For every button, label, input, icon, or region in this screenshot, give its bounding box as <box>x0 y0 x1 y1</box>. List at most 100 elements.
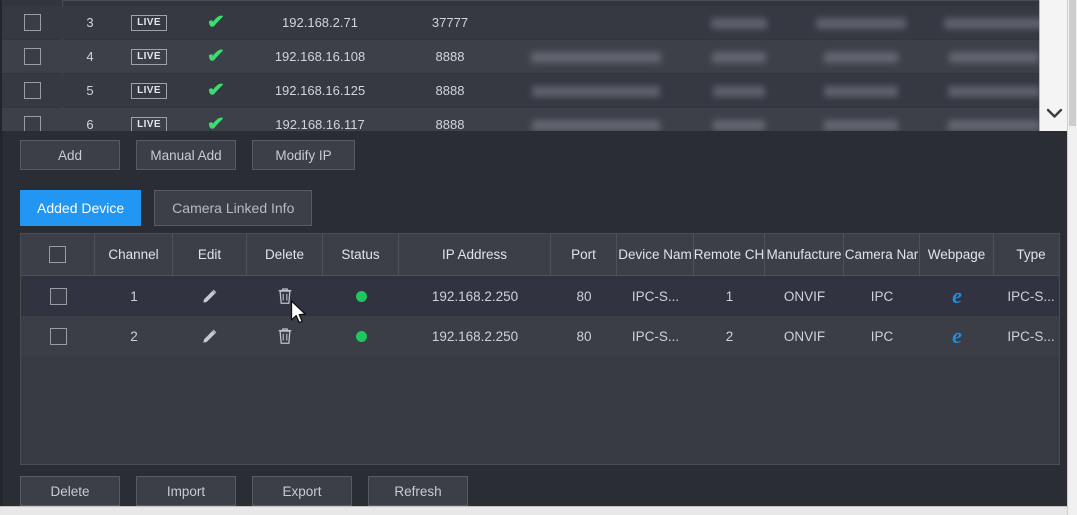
discovered-devices-table[interactable]: 3 LIVE ✔ 192.168.2.71 37777 4 LIVE ✔ 192… <box>0 0 1068 131</box>
cell-type: IPC-S... <box>1007 328 1055 344</box>
delete-button[interactable] <box>247 276 323 316</box>
delete-button[interactable] <box>247 316 323 356</box>
row-checkbox[interactable] <box>49 287 67 305</box>
edit-button[interactable] <box>173 316 247 356</box>
chevron-down-icon[interactable] <box>1040 108 1068 119</box>
cell-port: 80 <box>576 288 592 304</box>
row-ip-address: 192.168.2.71 <box>282 15 358 30</box>
redacted-cell <box>680 49 798 64</box>
trash-icon[interactable] <box>276 286 294 306</box>
select-all-checkbox-cell[interactable] <box>21 234 95 275</box>
live-badge-cell[interactable]: LIVE <box>118 14 180 31</box>
trash-icon[interactable] <box>276 326 294 346</box>
cell-type: IPC-S... <box>1007 288 1055 304</box>
cell-channel: 2 <box>130 328 138 344</box>
webpage-link[interactable]: e <box>920 316 994 356</box>
refresh-button[interactable]: Refresh <box>368 476 468 506</box>
page-scrollbar-thumb[interactable] <box>1069 0 1076 126</box>
scrollbar-thumb[interactable] <box>1043 2 1064 88</box>
cell-remote-ch: 1 <box>725 288 734 304</box>
header-remote-ch[interactable]: Remote CH <box>694 234 765 275</box>
row-ip-address: 192.168.16.108 <box>274 49 366 64</box>
row-port: 8888 <box>435 83 465 98</box>
row-checkbox-cell[interactable] <box>2 82 62 99</box>
internet-explorer-icon[interactable]: e <box>952 325 962 347</box>
row-ip-address: 192.168.16.117 <box>275 117 365 131</box>
redacted-cell <box>798 83 924 98</box>
row-checkbox[interactable] <box>23 14 41 31</box>
pencil-icon[interactable] <box>200 286 220 306</box>
row-checkbox[interactable] <box>23 116 41 131</box>
live-badge[interactable]: LIVE <box>131 48 167 65</box>
export-button[interactable]: Export <box>252 476 352 506</box>
redacted-cell <box>798 15 924 30</box>
table-row[interactable]: 6 LIVE ✔ 192.168.16.117 8888 <box>2 108 1042 131</box>
device-tabs: Added Device Camera Linked Info <box>20 190 313 226</box>
row-checkbox-cell[interactable] <box>21 316 95 356</box>
header-delete[interactable]: Delete <box>247 234 323 275</box>
live-badge[interactable]: LIVE <box>131 116 167 131</box>
redacted-cell <box>512 83 680 98</box>
live-badge[interactable]: LIVE <box>131 82 167 99</box>
add-button[interactable]: Add <box>20 140 120 170</box>
table-row[interactable]: 3 LIVE ✔ 192.168.2.71 37777 <box>2 6 1044 39</box>
cell-ip-address: 192.168.2.250 <box>431 328 519 344</box>
header-ip-address[interactable]: IP Address <box>399 234 551 275</box>
status-badge <box>323 316 399 356</box>
live-badge-cell[interactable]: LIVE <box>118 82 180 99</box>
live-badge[interactable]: LIVE <box>131 14 167 31</box>
row-checkbox[interactable] <box>23 48 41 65</box>
delete-button[interactable]: Delete <box>20 476 120 506</box>
cell-port: 80 <box>576 328 592 344</box>
check-icon: ✔ <box>206 12 226 33</box>
row-index: 3 <box>86 15 94 30</box>
tab-added-device[interactable]: Added Device <box>20 190 142 226</box>
modify-ip-button[interactable]: Modify IP <box>252 140 355 170</box>
pencil-icon[interactable] <box>200 326 220 346</box>
page-scrollbar[interactable] <box>1067 0 1077 515</box>
table-row[interactable]: 5 LIVE ✔ 192.168.16.125 8888 <box>2 74 1042 107</box>
header-manufacturer[interactable]: Manufacture <box>765 234 844 275</box>
redacted-cell <box>680 83 798 98</box>
select-all-checkbox[interactable] <box>49 246 66 263</box>
horizontal-scrollbar[interactable] <box>0 506 1068 515</box>
live-badge-cell[interactable]: LIVE <box>118 116 180 131</box>
import-button[interactable]: Import <box>136 476 236 506</box>
header-status[interactable]: Status <box>323 234 399 275</box>
row-checkbox[interactable] <box>49 327 67 345</box>
internet-explorer-icon[interactable]: e <box>952 285 962 307</box>
header-port[interactable]: Port <box>551 234 617 275</box>
row-checkbox[interactable] <box>23 82 41 99</box>
table-row[interactable]: 2 192.168.2.250 80 IPC-S... 2 ONVIF IPC … <box>21 316 1059 356</box>
edit-button[interactable] <box>173 276 247 316</box>
header-type[interactable]: Type <box>994 234 1059 275</box>
tab-camera-linked-info[interactable]: Camera Linked Info <box>154 190 313 226</box>
cell-device-name: IPC-S... <box>631 328 680 344</box>
redacted-cell <box>512 117 680 131</box>
cell-channel: 1 <box>130 288 138 304</box>
table-top-border <box>62 0 1042 1</box>
row-index: 6 <box>86 117 94 131</box>
redacted-cell <box>798 117 924 131</box>
manual-add-button[interactable]: Manual Add <box>136 140 236 170</box>
cell-ip-address: 192.168.2.250 <box>431 288 519 304</box>
row-checkbox-cell[interactable] <box>2 48 62 65</box>
check-icon: ✔ <box>206 46 226 67</box>
webpage-link[interactable]: e <box>920 276 994 316</box>
row-checkbox-cell[interactable] <box>2 14 62 31</box>
row-checkbox-cell[interactable] <box>2 116 62 131</box>
live-badge-cell[interactable]: LIVE <box>118 48 180 65</box>
header-device-name[interactable]: Device Nam <box>617 234 694 275</box>
check-icon: ✔ <box>206 114 226 131</box>
row-index: 5 <box>86 83 94 98</box>
table-row[interactable]: 4 LIVE ✔ 192.168.16.108 8888 <box>2 40 1042 73</box>
discovered-toolbar: Add Manual Add Modify IP <box>20 140 355 170</box>
header-channel[interactable]: Channel <box>95 234 173 275</box>
table-row[interactable]: 1 192.168.2.250 80 IPC-S... 1 ONVIF IPC … <box>21 276 1059 316</box>
header-camera-name[interactable]: Camera Nar <box>844 234 920 275</box>
panel-left-edge <box>0 131 3 515</box>
row-checkbox-cell[interactable] <box>21 276 95 316</box>
header-webpage[interactable]: Webpage <box>920 234 994 275</box>
header-edit[interactable]: Edit <box>173 234 247 275</box>
discovered-table-scrollbar[interactable] <box>1039 0 1068 131</box>
